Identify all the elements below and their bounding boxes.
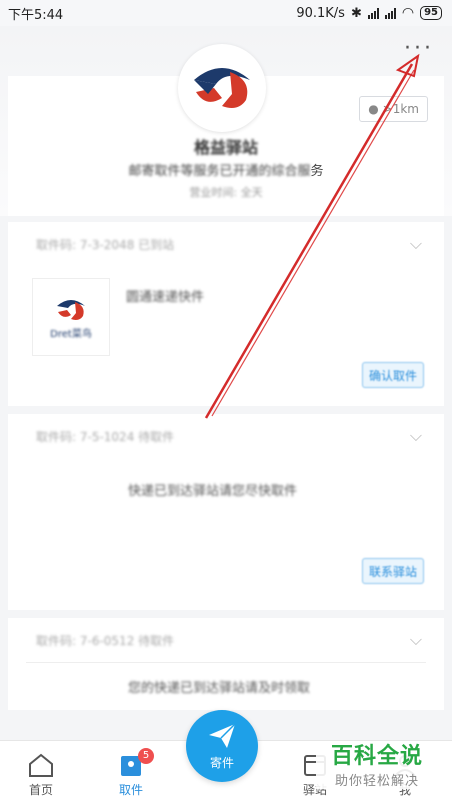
wifi-icon: ◠ (401, 5, 415, 21)
package-card-header: 取件码: 7-3-2048 已到站 ⌵ (8, 222, 444, 266)
watermark: 百科全说 助你轻松解决 (316, 744, 438, 789)
pickup-icon (96, 749, 166, 781)
distance-value: >1km (382, 102, 419, 116)
confirm-pickup-button[interactable]: 确认取件 (361, 362, 424, 388)
watermark-subtitle: 助你轻松解决 (334, 774, 419, 789)
signal-icon (367, 7, 379, 19)
thumbnail-label: Dret菜鸟 (50, 328, 92, 340)
package-card-header: 取件码: 7-5-1024 待取件 ⌵ (8, 414, 444, 458)
package-code: 取件码: 7-6-0512 待取件 (36, 633, 175, 648)
station-description: 邮寄取件等服务已开通的综合服务 (0, 160, 452, 179)
package-card-1[interactable]: 取件码: 7-3-2048 已到站 ⌵ Dret菜鸟 圆通速递快件 确认取件 (8, 222, 444, 406)
send-button[interactable]: 寄件 (186, 710, 258, 782)
package-thumbnail: Dret菜鸟 (32, 278, 110, 356)
package-item-text: 快递已到达驿站请您尽快取件 (128, 484, 298, 499)
station-name: 格益驿站 (193, 138, 258, 157)
station-description-text: 邮寄取件等服务已开通的综合服 (128, 164, 311, 179)
home-icon (6, 749, 76, 781)
battery-icon: 95 (420, 6, 442, 20)
paper-plane-icon (209, 722, 236, 748)
signal-icon-2 (384, 7, 396, 19)
station-logo-graphic (194, 68, 250, 108)
package-code: 取件码: 7-5-1024 待取件 (36, 429, 175, 444)
contact-station-button[interactable]: 联系驿站 (361, 558, 424, 584)
send-button-label: 寄件 (209, 755, 234, 770)
package-card-header: 取件码: 7-6-0512 待取件 ⌵ (8, 618, 444, 662)
nav-home[interactable]: 首页 (6, 749, 76, 798)
package-item-row: Dret菜鸟 圆通速递快件 (8, 266, 444, 368)
nav-home-label: 首页 (28, 783, 53, 797)
status-time: 下午5:44 (8, 7, 64, 23)
chevron-down-icon[interactable]: ⌵ (410, 426, 422, 446)
chevron-down-icon[interactable]: ⌵ (410, 630, 422, 650)
station-logo (178, 44, 266, 132)
package-item-text: 您的快递已到达驿站请及时领取 (128, 681, 311, 696)
chevron-down-icon[interactable]: ⌵ (410, 234, 422, 254)
network-speed: 90.1K/s (296, 5, 345, 21)
distance-badge: ● >1km (359, 96, 428, 122)
location-pin-icon: ● (368, 102, 379, 116)
package-code: 取件码: 7-3-2048 已到站 (36, 237, 175, 252)
package-card-3[interactable]: 取件码: 7-6-0512 待取件 ⌵ 您的快递已到达驿站请及时领取 (8, 618, 444, 710)
nav-pickup-label: 取件 (118, 783, 143, 797)
bluetooth-icon: ✱ (350, 5, 362, 21)
package-card-2[interactable]: 取件码: 7-5-1024 待取件 ⌵ 快递已到达驿站请您尽快取件 联系驿站 (8, 414, 444, 610)
more-options-icon[interactable]: ··· (404, 38, 434, 60)
pickup-badge: 5 (138, 748, 154, 764)
status-bar: 下午5:44 90.1K/s ✱ ◠ 95 (0, 0, 452, 26)
courier-logo-icon (57, 299, 85, 320)
watermark-title: 百科全说 (330, 744, 423, 769)
station-description-end: 务 (310, 164, 324, 179)
nav-pickup[interactable]: 5 取件 (96, 748, 166, 798)
status-icons: 90.1K/s ✱ ◠ 95 (296, 6, 442, 21)
package-item-text: 圆通速递快件 (126, 290, 205, 305)
station-hours: 营业时间: 全天 (189, 186, 263, 199)
